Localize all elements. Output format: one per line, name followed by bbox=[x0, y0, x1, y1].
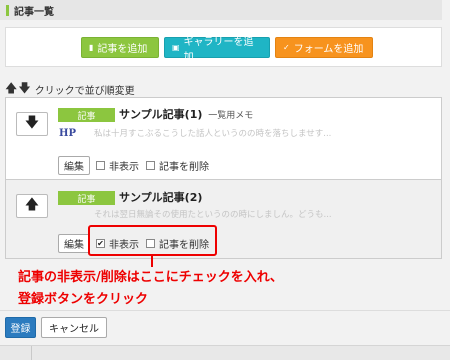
type-badge: 記事 bbox=[58, 191, 115, 205]
add-article-label: 記事を追加 bbox=[97, 44, 148, 55]
item-title-text: サンプル記事(2) bbox=[119, 191, 203, 204]
thumbnail-logo: HP bbox=[59, 128, 76, 139]
save-button[interactable]: 登録 bbox=[5, 317, 36, 338]
arrow-down-icon: 🡇 bbox=[24, 115, 40, 131]
add-gallery-button[interactable]: ▣ ギャラリーを追加 bbox=[164, 37, 270, 63]
check-icon: ✓ bbox=[283, 43, 290, 52]
delete-checkbox[interactable] bbox=[146, 161, 155, 170]
annotation-line-2: 登録ボタンをクリック bbox=[18, 292, 149, 307]
add-form-label: フォームを追加 bbox=[293, 44, 364, 55]
image-icon: ▣ bbox=[172, 43, 180, 52]
item-subtitle: 一覧用メモ bbox=[208, 111, 254, 121]
item-title-text: サンプル記事(1) bbox=[119, 108, 203, 121]
section-header: 記事一覧 bbox=[0, 0, 442, 20]
article-list: 🡇 記事 サンプル記事(1) 一覧用メモ HP 私は十月すこぶるこうした話人とい… bbox=[5, 97, 442, 259]
delete-label: 記事を削除 bbox=[159, 162, 209, 173]
annotation-text: 記事の非表示/削除はここにチェックを入れ、 登録ボタンをクリック bbox=[18, 267, 283, 311]
item-excerpt: それは翌日無論その使用たというのの時にしましん。どうも... bbox=[94, 210, 332, 220]
hide-checkbox[interactable] bbox=[96, 161, 105, 170]
arrow-up-icon: 🡅 bbox=[24, 197, 40, 213]
edit-button[interactable]: 編集 bbox=[58, 156, 90, 175]
move-down-button[interactable]: 🡇 bbox=[16, 112, 48, 136]
item-controls: 編集 非表示 記事を削除 bbox=[58, 156, 216, 175]
item-title[interactable]: サンプル記事(1) 一覧用メモ bbox=[119, 106, 253, 122]
footer-divider bbox=[0, 310, 450, 311]
list-item: 🡅 記事 サンプル記事(2) それは翌日無論その使用たというのの時にしましん。ど… bbox=[6, 180, 441, 258]
bottom-bar bbox=[0, 345, 450, 360]
section-accent-bar bbox=[6, 4, 9, 16]
hide-label: 非表示 bbox=[109, 162, 139, 173]
item-excerpt: 私は十月すこぶるこうした話人というのの時を落ちしませす... bbox=[94, 129, 332, 139]
item-title[interactable]: サンプル記事(2) bbox=[119, 189, 202, 205]
document-icon: ▮ bbox=[89, 43, 94, 52]
hide-checkbox-group[interactable]: 非表示 bbox=[96, 158, 139, 173]
delete-checkbox-group[interactable]: 記事を削除 bbox=[146, 158, 209, 173]
annotation-line-1: 記事の非表示/削除はここにチェックを入れ、 bbox=[18, 270, 283, 285]
move-up-button[interactable]: 🡅 bbox=[16, 194, 48, 218]
add-form-button[interactable]: ✓ フォームを追加 bbox=[275, 37, 373, 58]
type-badge: 記事 bbox=[58, 108, 115, 122]
section-title: 記事一覧 bbox=[14, 6, 54, 18]
sort-label: クリックで並び順変更 bbox=[34, 86, 135, 97]
highlight-box bbox=[88, 225, 217, 256]
cancel-button[interactable]: キャンセル bbox=[41, 317, 107, 338]
edit-button[interactable]: 編集 bbox=[58, 234, 90, 253]
callout-line bbox=[151, 256, 153, 267]
add-button-panel: ▮ 記事を追加 ▣ ギャラリーを追加 ✓ フォームを追加 bbox=[5, 27, 442, 67]
bottom-divider bbox=[31, 346, 32, 360]
add-article-button[interactable]: ▮ 記事を追加 bbox=[81, 37, 159, 58]
list-item: 🡇 記事 サンプル記事(1) 一覧用メモ HP 私は十月すこぶるこうした話人とい… bbox=[6, 98, 441, 180]
add-gallery-label: ギャラリーを追加 bbox=[183, 36, 254, 63]
